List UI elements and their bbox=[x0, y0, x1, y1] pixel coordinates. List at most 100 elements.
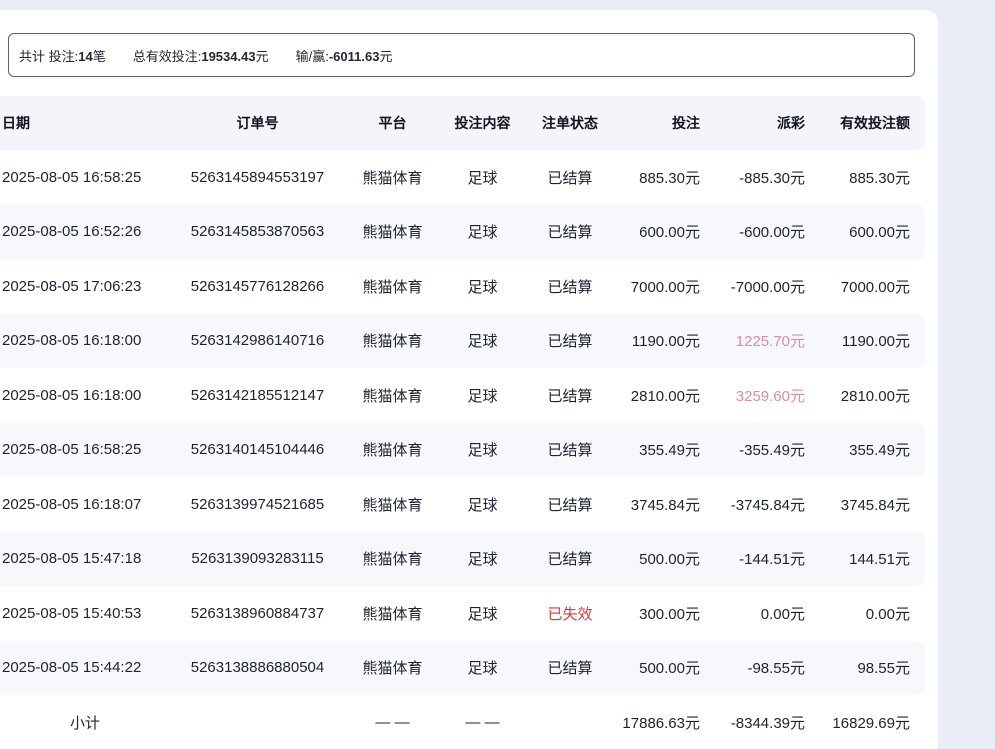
cell-status: 已结算 bbox=[525, 494, 615, 515]
cell-order-number: 5263142986140716 bbox=[170, 332, 345, 349]
summary-bar: 共计 投注:14笔 总有效投注:19534.43元 输/赢:-6011.63元 bbox=[8, 33, 915, 77]
cell-status: 已结算 bbox=[525, 657, 615, 678]
table-row: 2025-08-05 16:58:25 5263145894553197 熊猫体… bbox=[0, 150, 925, 205]
cell-date: 2025-08-05 15:40:53 bbox=[0, 605, 170, 622]
cell-status: 已结算 bbox=[525, 439, 615, 460]
cell-payout: -3745.84元 bbox=[700, 494, 805, 515]
cell-platform: 熊猫体育 bbox=[345, 385, 440, 406]
cell-platform: 熊猫体育 bbox=[345, 439, 440, 460]
cell-order-number: 5263145776128266 bbox=[170, 278, 345, 295]
cell-payout: -98.55元 bbox=[700, 657, 805, 678]
cell-valid-amount: 98.55元 bbox=[805, 657, 925, 678]
table-row: 2025-08-05 15:40:53 5263138960884737 熊猫体… bbox=[0, 586, 925, 641]
cell-bet-content: 足球 bbox=[440, 385, 525, 406]
cell-date: 2025-08-05 16:58:25 bbox=[0, 441, 170, 458]
table-row: 2025-08-05 16:58:25 5263140145104446 熊猫体… bbox=[0, 423, 925, 478]
cell-date: 2025-08-05 16:58:25 bbox=[0, 169, 170, 186]
cell-platform: 熊猫体育 bbox=[345, 603, 440, 624]
subtotal-row: 小计 — — — — 17886.63元 -8344.39元 16829.69元 bbox=[0, 695, 925, 749]
cell-status: 已结算 bbox=[525, 221, 615, 242]
col-header-payout: 派彩 bbox=[700, 113, 805, 133]
cell-payout: 0.00元 bbox=[700, 603, 805, 624]
table-row: 2025-08-05 17:06:23 5263145776128266 熊猫体… bbox=[0, 259, 925, 314]
table-row: 2025-08-05 16:18:00 5263142185512147 熊猫体… bbox=[0, 368, 925, 423]
cell-date: 2025-08-05 15:47:18 bbox=[0, 550, 170, 567]
table-body: 2025-08-05 16:58:25 5263145894553197 熊猫体… bbox=[0, 150, 925, 695]
cell-valid-amount: 0.00元 bbox=[805, 603, 925, 624]
summary-winloss-unit: 元 bbox=[379, 49, 392, 64]
col-header-date: 日期 bbox=[0, 113, 170, 133]
cell-bet-amount: 2810.00元 bbox=[615, 385, 700, 406]
cell-bet-content: 足球 bbox=[440, 439, 525, 460]
cell-bet-content: 足球 bbox=[440, 494, 525, 515]
cell-payout: 1225.70元 bbox=[700, 330, 805, 351]
cell-valid-amount: 2810.00元 bbox=[805, 385, 925, 406]
cell-order-number: 5263139093283115 bbox=[170, 550, 345, 567]
summary-winloss-label: 输/赢: bbox=[296, 49, 329, 64]
cell-payout: -885.30元 bbox=[700, 167, 805, 188]
col-header-status: 注单状态 bbox=[525, 113, 615, 133]
cell-bet-content: 足球 bbox=[440, 548, 525, 569]
subtotal-content-dash: — — bbox=[440, 714, 525, 731]
cell-status: 已结算 bbox=[525, 167, 615, 188]
cell-bet-amount: 500.00元 bbox=[615, 548, 700, 569]
cell-status: 已结算 bbox=[525, 330, 615, 351]
summary-total-bets: 共计 投注:14笔 bbox=[19, 46, 106, 65]
cell-date: 2025-08-05 17:06:23 bbox=[0, 278, 170, 295]
table-row: 2025-08-05 15:44:22 5263138886880504 熊猫体… bbox=[0, 641, 925, 696]
cell-platform: 熊猫体育 bbox=[345, 221, 440, 242]
cell-order-number: 5263145853870563 bbox=[170, 223, 345, 240]
cell-bet-amount: 300.00元 bbox=[615, 603, 700, 624]
subtotal-label: 小计 bbox=[0, 712, 170, 733]
bet-records-table: 日期 订单号 平台 投注内容 注单状态 投注 派彩 有效投注额 2025-08-… bbox=[0, 96, 925, 749]
cell-bet-amount: 7000.00元 bbox=[615, 276, 700, 297]
cell-date: 2025-08-05 16:18:07 bbox=[0, 496, 170, 513]
cell-bet-amount: 1190.00元 bbox=[615, 330, 700, 351]
cell-status: 已结算 bbox=[525, 385, 615, 406]
cell-status: 已失效 bbox=[525, 603, 615, 624]
cell-valid-amount: 7000.00元 bbox=[805, 276, 925, 297]
cell-valid-amount: 885.30元 bbox=[805, 167, 925, 188]
cell-bet-amount: 3745.84元 bbox=[615, 494, 700, 515]
cell-valid-amount: 144.51元 bbox=[805, 548, 925, 569]
cell-order-number: 5263142185512147 bbox=[170, 387, 345, 404]
cell-bet-amount: 600.00元 bbox=[615, 221, 700, 242]
cell-platform: 熊猫体育 bbox=[345, 494, 440, 515]
cell-payout: -355.49元 bbox=[700, 439, 805, 460]
cell-bet-content: 足球 bbox=[440, 330, 525, 351]
cell-date: 2025-08-05 15:44:22 bbox=[0, 659, 170, 676]
cell-status: 已结算 bbox=[525, 548, 615, 569]
content-card: 共计 投注:14笔 总有效投注:19534.43元 输/赢:-6011.63元 … bbox=[0, 10, 938, 749]
subtotal-payout: -8344.39元 bbox=[700, 712, 805, 733]
cell-order-number: 5263145894553197 bbox=[170, 169, 345, 186]
cell-order-number: 5263139974521685 bbox=[170, 496, 345, 513]
subtotal-platform-dash: — — bbox=[345, 714, 440, 731]
col-header-order: 订单号 bbox=[170, 113, 345, 133]
summary-valid-unit: 元 bbox=[256, 49, 269, 64]
table-row: 2025-08-05 16:52:26 5263145853870563 熊猫体… bbox=[0, 205, 925, 260]
cell-bet-content: 足球 bbox=[440, 167, 525, 188]
cell-date: 2025-08-05 16:18:00 bbox=[0, 332, 170, 349]
cell-platform: 熊猫体育 bbox=[345, 330, 440, 351]
cell-bet-content: 足球 bbox=[440, 603, 525, 624]
cell-payout: -7000.00元 bbox=[700, 276, 805, 297]
col-header-content: 投注内容 bbox=[440, 113, 525, 133]
summary-valid-bets: 总有效投注:19534.43元 bbox=[133, 46, 269, 65]
summary-valid-amount: 19534.43 bbox=[201, 49, 255, 64]
cell-date: 2025-08-05 16:18:00 bbox=[0, 387, 170, 404]
cell-order-number: 5263138960884737 bbox=[170, 605, 345, 622]
col-header-valid: 有效投注额 bbox=[805, 113, 925, 133]
summary-winloss-amount: -6011.63 bbox=[329, 49, 380, 64]
summary-winloss: 输/赢:-6011.63元 bbox=[296, 46, 393, 65]
col-header-bet: 投注 bbox=[615, 113, 700, 133]
subtotal-valid: 16829.69元 bbox=[805, 712, 925, 733]
cell-bet-content: 足球 bbox=[440, 276, 525, 297]
table-row: 2025-08-05 16:18:00 5263142986140716 熊猫体… bbox=[0, 314, 925, 369]
cell-order-number: 5263140145104446 bbox=[170, 441, 345, 458]
cell-valid-amount: 3745.84元 bbox=[805, 494, 925, 515]
cell-bet-amount: 355.49元 bbox=[615, 439, 700, 460]
cell-status: 已结算 bbox=[525, 276, 615, 297]
summary-total-unit: 笔 bbox=[93, 49, 106, 64]
cell-platform: 熊猫体育 bbox=[345, 167, 440, 188]
cell-payout: -144.51元 bbox=[700, 548, 805, 569]
